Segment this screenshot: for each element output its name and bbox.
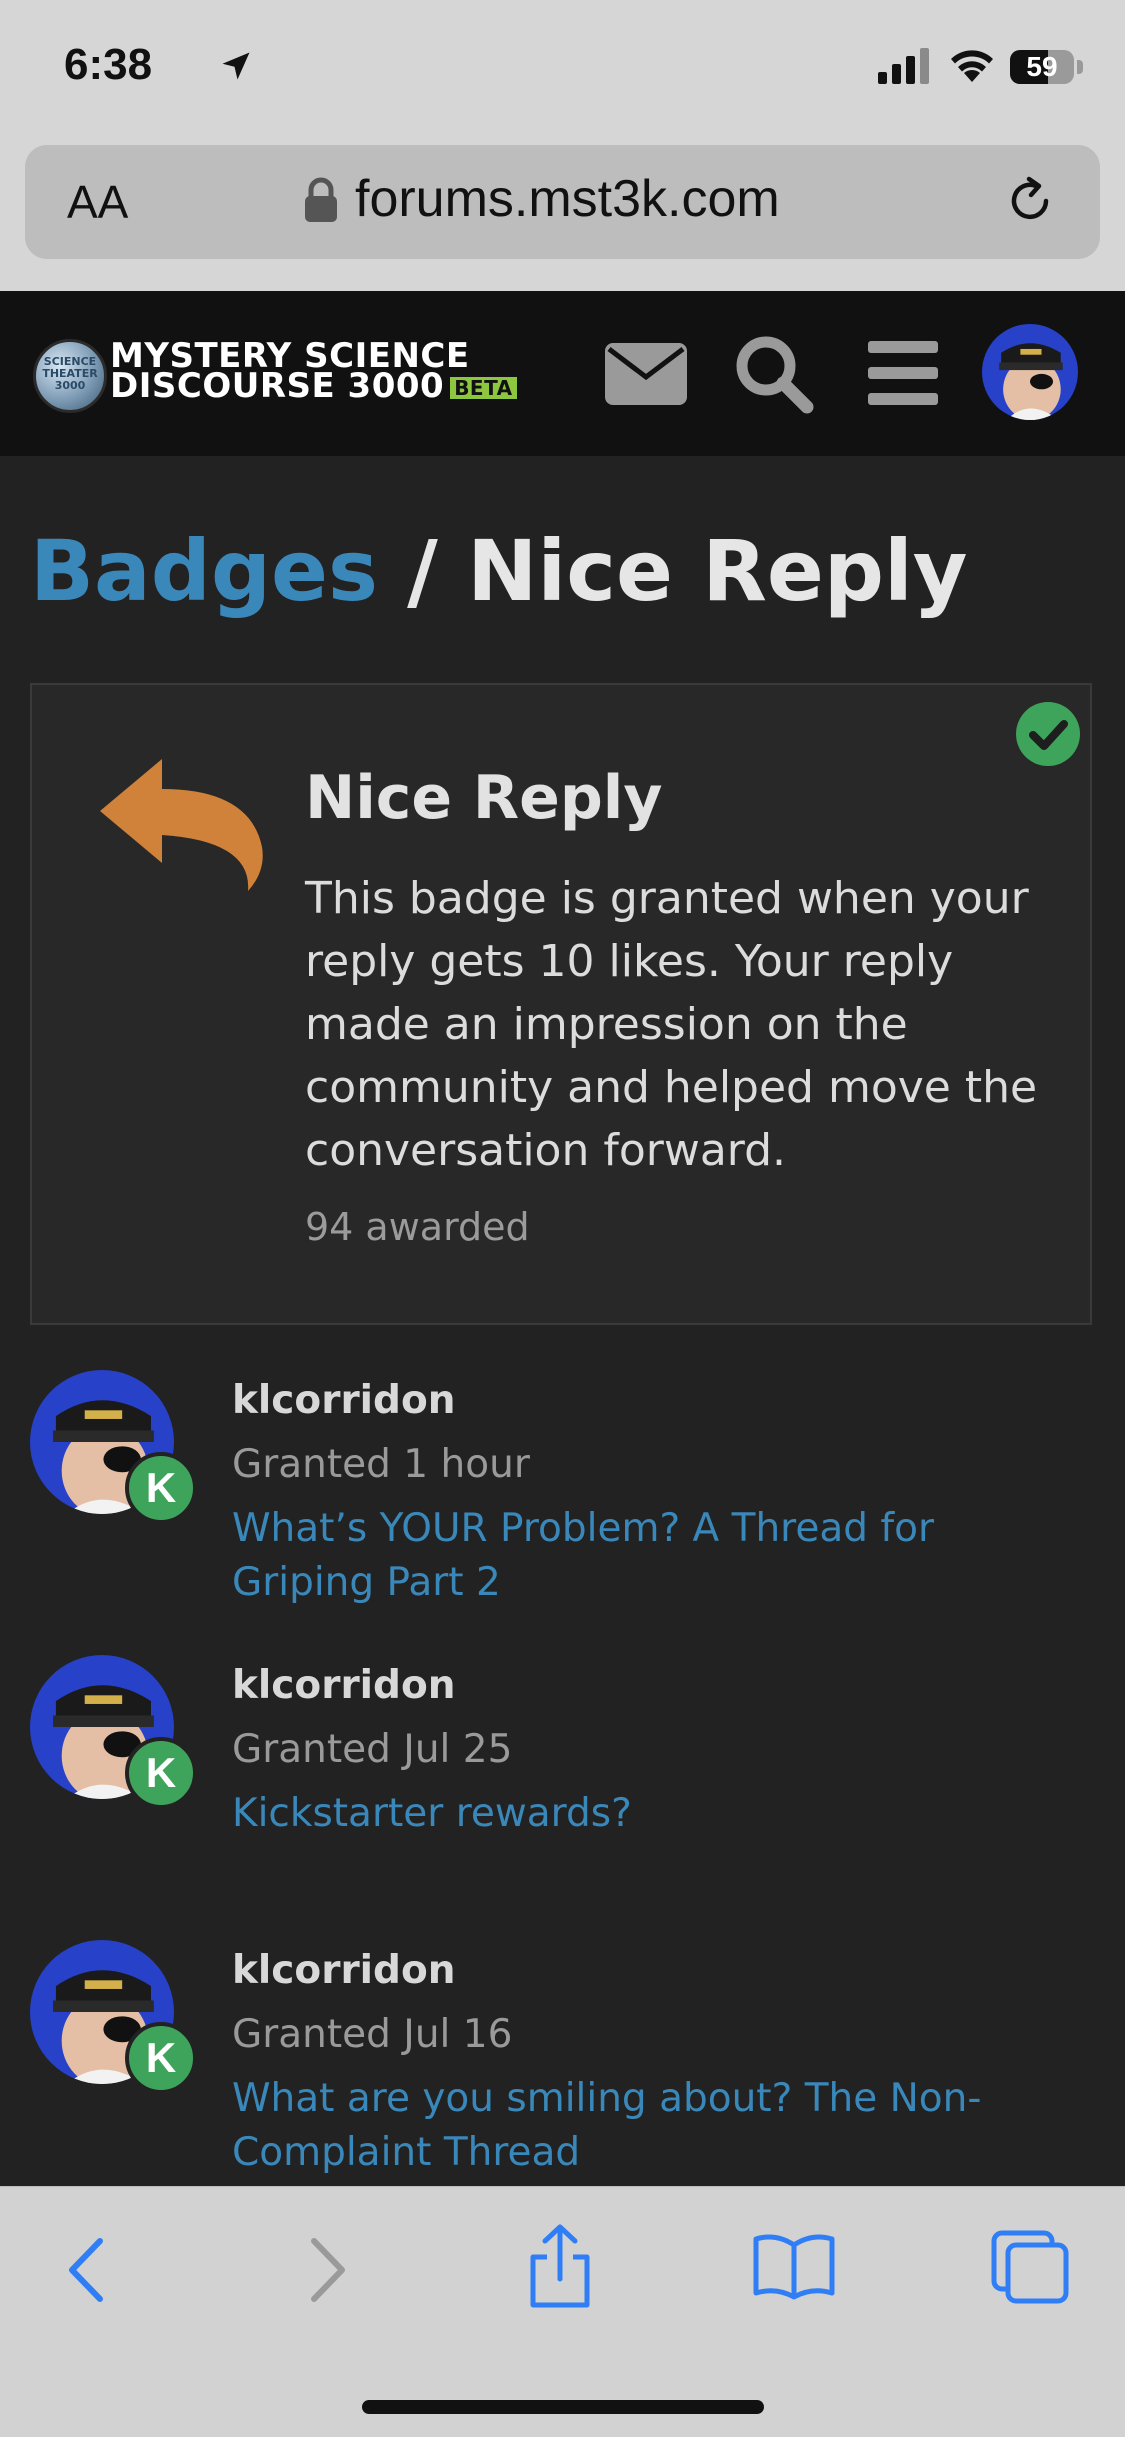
granted-check-icon bbox=[1016, 702, 1080, 766]
breadcrumb-current: Nice Reply bbox=[467, 522, 968, 620]
search-icon[interactable] bbox=[733, 333, 815, 415]
battery-indicator: 59 bbox=[1010, 50, 1074, 84]
battery-cap bbox=[1077, 60, 1083, 74]
page-title: Badges / Nice Reply bbox=[30, 522, 968, 620]
user-flair-badge: K bbox=[125, 1452, 197, 1524]
bookmarks-book-icon[interactable] bbox=[752, 2231, 836, 2301]
battery-percent: 59 bbox=[1026, 51, 1058, 82]
badge-card: Nice Reply This badge is granted when yo… bbox=[30, 683, 1092, 1325]
url-text[interactable]: forums.mst3k.com bbox=[355, 169, 780, 229]
site-logo-text[interactable]: MYSTERY SCIENCE DISCOURSE 3000 BETA bbox=[110, 339, 517, 403]
logo-line-2: DISCOURSE 3000 bbox=[110, 366, 445, 406]
breadcrumb-badges-link[interactable]: Badges bbox=[30, 522, 378, 620]
status-time: 6:38 bbox=[64, 40, 153, 89]
beta-tag: BETA bbox=[450, 376, 517, 399]
grant-date: Granted 1 hour bbox=[232, 1442, 530, 1487]
site-header: SCIENCE THEATER 3000 MYSTERY SCIENCE DIS… bbox=[0, 291, 1125, 456]
grant-topic-link[interactable]: Kickstarter rewards? bbox=[232, 1787, 992, 1841]
reload-icon[interactable] bbox=[1000, 171, 1060, 231]
badge-name: Nice Reply bbox=[305, 763, 663, 833]
lock-icon bbox=[305, 177, 337, 222]
site-logo-orb[interactable]: SCIENCE THEATER 3000 bbox=[33, 339, 107, 413]
badge-awarded-count: 94 awarded bbox=[305, 1205, 530, 1249]
wifi-icon bbox=[951, 50, 993, 82]
tabs-icon[interactable] bbox=[990, 2229, 1070, 2305]
home-indicator bbox=[362, 2400, 764, 2414]
grant-topic-link[interactable]: What’s YOUR Problem? A Thread for Gripin… bbox=[232, 1502, 992, 1610]
forward-chevron-icon[interactable] bbox=[302, 2235, 352, 2305]
hamburger-menu-icon[interactable] bbox=[868, 341, 938, 405]
user-avatar[interactable] bbox=[982, 324, 1078, 420]
text-size-button[interactable]: AA bbox=[67, 175, 128, 229]
badge-description: This badge is granted when your reply ge… bbox=[305, 873, 1038, 1176]
envelope-icon[interactable] bbox=[605, 343, 687, 405]
grant-date: Granted Jul 16 bbox=[232, 2012, 513, 2057]
browser-address-area: AA forums.mst3k.com bbox=[0, 145, 1125, 291]
back-chevron-icon[interactable] bbox=[62, 2235, 112, 2305]
logo-orb-text: SCIENCE THEATER 3000 bbox=[42, 355, 98, 392]
grant-date: Granted Jul 25 bbox=[232, 1727, 513, 1772]
grant-topic-link[interactable]: What are you smiling about? The Non-Comp… bbox=[232, 2072, 992, 2180]
user-flair-badge: K bbox=[125, 2022, 197, 2094]
location-arrow-icon bbox=[222, 52, 250, 80]
reply-arrow-icon bbox=[100, 759, 263, 891]
user-flair-badge: K bbox=[125, 1737, 197, 1809]
text-size-label: AA bbox=[67, 176, 129, 228]
status-bar: 6:38 59 bbox=[0, 0, 1125, 145]
share-icon[interactable] bbox=[525, 2223, 595, 2309]
grant-username[interactable]: klcorridon bbox=[232, 1378, 456, 1423]
grant-username[interactable]: klcorridon bbox=[232, 1663, 456, 1708]
cellular-signal-icon bbox=[878, 48, 929, 84]
address-bar[interactable]: AA forums.mst3k.com bbox=[25, 145, 1100, 259]
grant-username[interactable]: klcorridon bbox=[232, 1948, 456, 1993]
breadcrumb-separator: / bbox=[377, 522, 468, 620]
